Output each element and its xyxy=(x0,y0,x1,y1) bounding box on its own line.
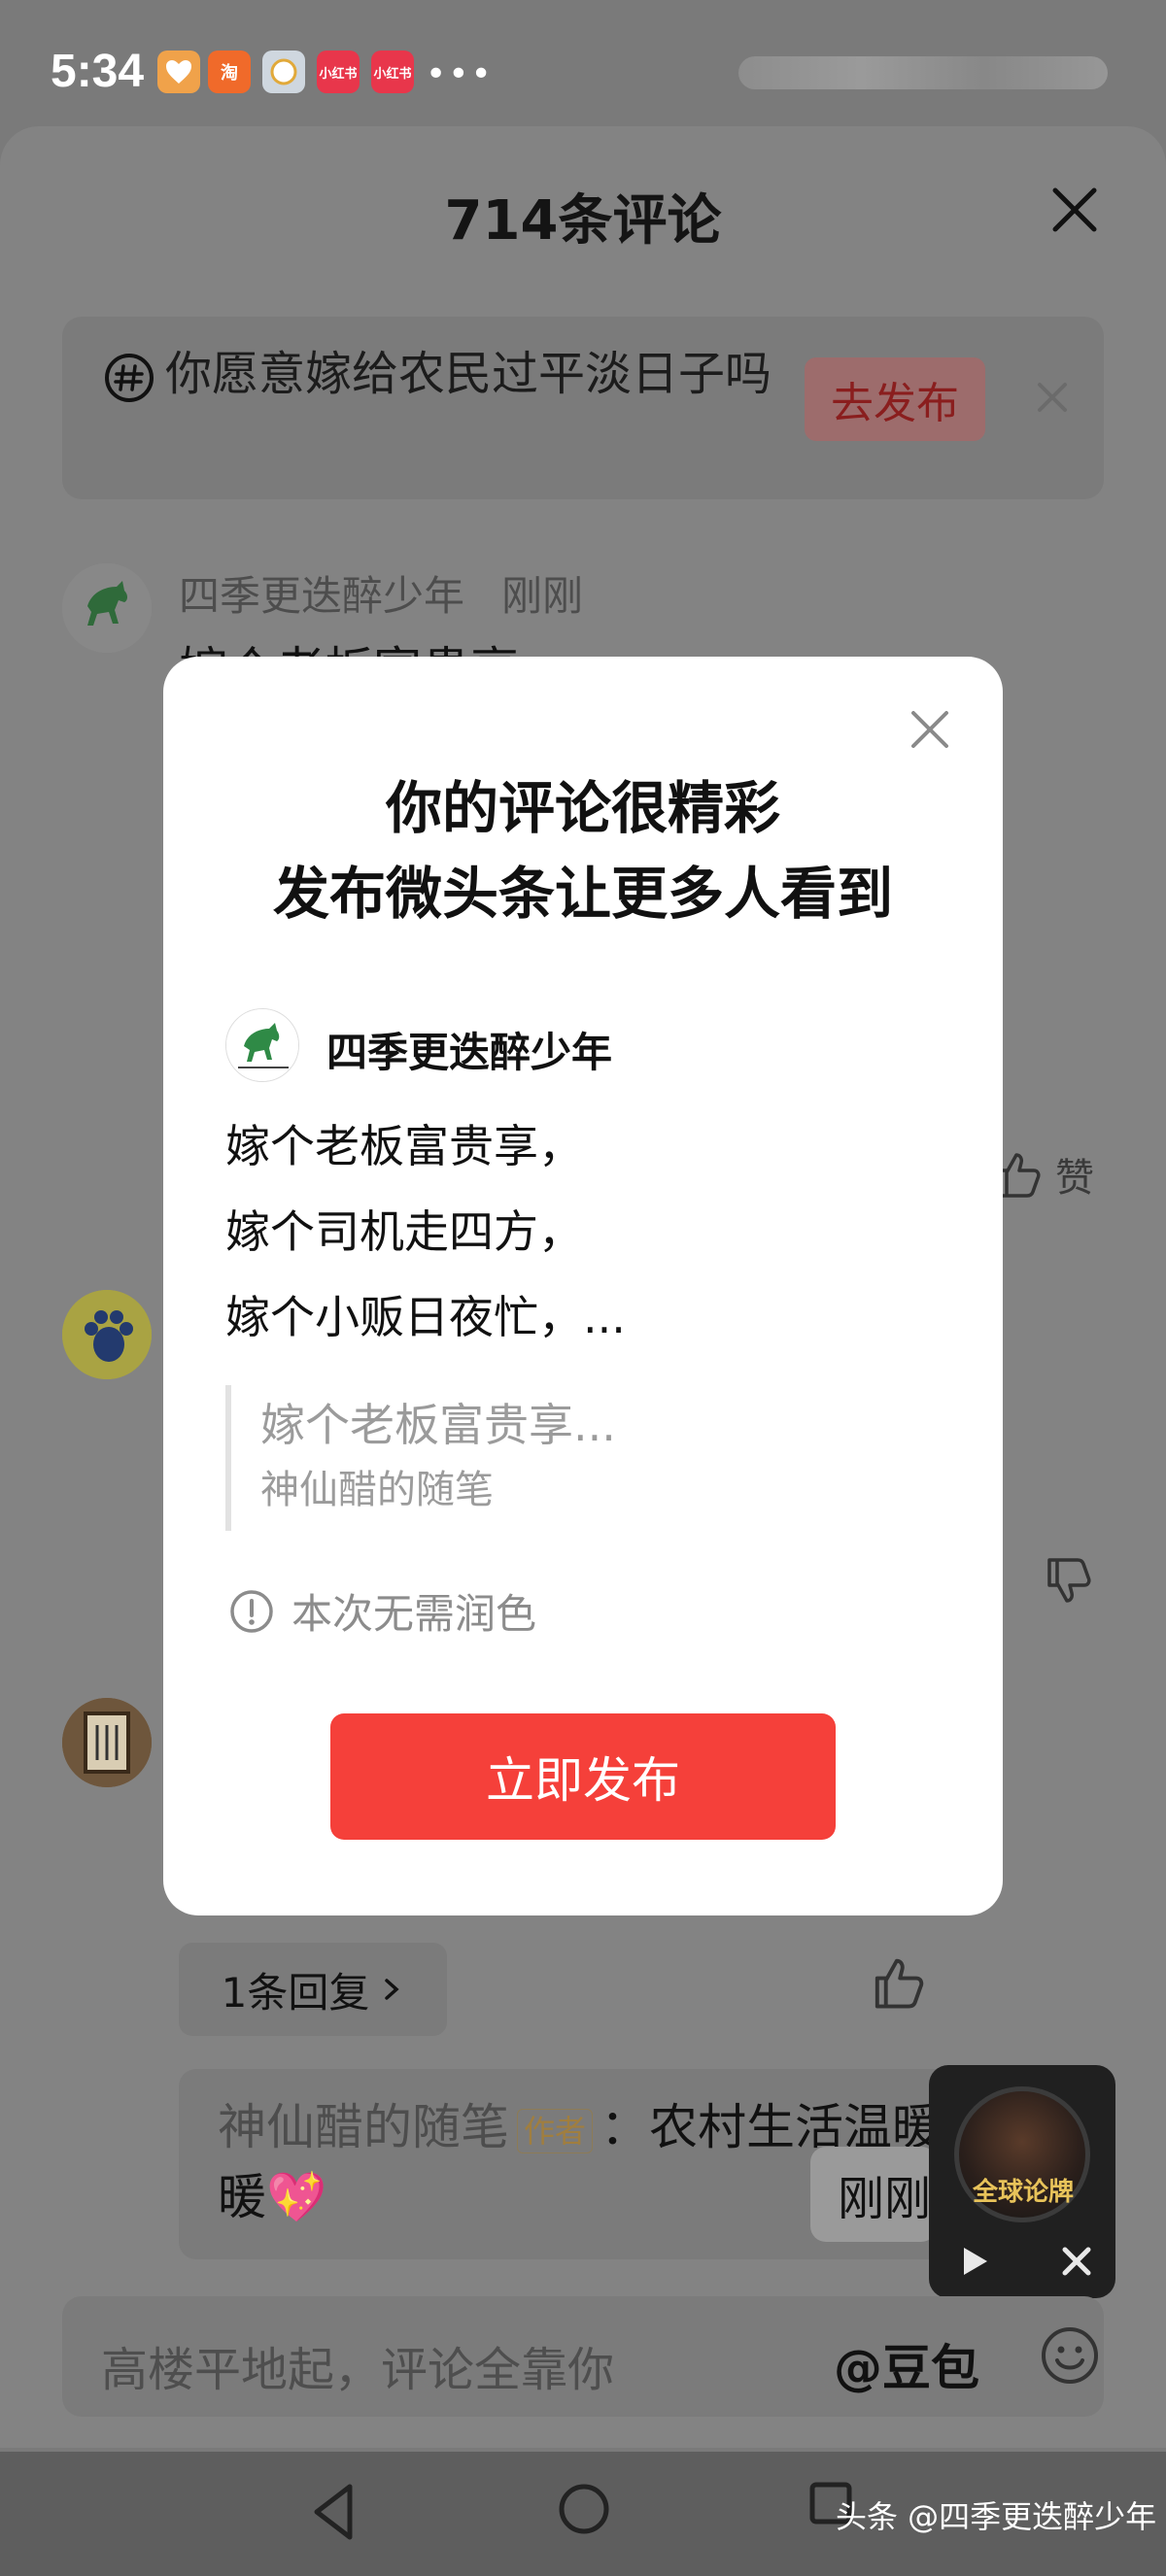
dialog-title-line-2: 发布微头条让更多人看到 xyxy=(272,861,893,927)
emoji-icon[interactable] xyxy=(1040,2325,1100,2386)
author-badge: 作者 xyxy=(517,2108,594,2153)
polish-notice: 本次无需润色 xyxy=(229,1581,536,1641)
comment-line-3: 嫁个小贩日夜忙，... xyxy=(225,1291,626,1343)
dismiss-topic-icon[interactable] xyxy=(1028,373,1077,422)
avatar[interactable] xyxy=(62,563,152,653)
publish-now-button[interactable]: 立即发布 xyxy=(330,1713,836,1840)
close-icon[interactable] xyxy=(1049,185,1100,235)
publish-dialog: 你的评论很精彩 发布微头条让更多人看到 四季更迭醉少年 嫁个老板富贵享， 嫁个司… xyxy=(163,657,1003,1915)
heart-app-icon xyxy=(157,51,200,93)
thumbs-up-icon-reply[interactable] xyxy=(871,1954,925,2011)
author-avatar xyxy=(225,1008,299,1082)
comment-user[interactable]: 四季更迭醉少年 xyxy=(179,563,464,623)
xiaohongshu-app-icon: 小红书 xyxy=(317,51,360,93)
dialog-title: 你的评论很精彩 发布微头条让更多人看到 xyxy=(163,765,1003,936)
watermark: 头条 @四季更迭醉少年 xyxy=(836,2498,1157,2535)
quoted-article: 嫁个老板富贵享... 神仙醋的随笔 xyxy=(225,1385,906,1531)
comment-time: 刚刚 xyxy=(501,572,584,620)
like-action[interactable]: 赞 xyxy=(993,1146,1094,1203)
view-replies-button[interactable]: 1条回复 xyxy=(179,1943,447,2036)
mini-player-title: 全球论牌 xyxy=(972,2178,1074,2207)
close-dialog-icon[interactable] xyxy=(908,707,952,752)
navigation-bar: 头条 @四季更迭醉少年 xyxy=(0,2452,1166,2576)
comment-input[interactable]: 高楼平地起，评论全靠你 @豆包 xyxy=(62,2296,1104,2417)
mention-button[interactable]: @豆包 xyxy=(834,2329,979,2399)
chevron-right-icon xyxy=(385,1979,399,2000)
like-label: 赞 xyxy=(1055,1156,1094,1201)
screen: 5:34 淘 小红书 小红书 ••• 714条评论 你愿意嫁给农民过平淡日子吗 … xyxy=(0,0,1166,2576)
topic-publish-button[interactable]: 去发布 xyxy=(805,357,985,441)
view-replies-label: 1条回复 xyxy=(221,1968,370,2017)
dialog-author-name: 四季更迭醉少年 xyxy=(326,1029,613,1076)
home-nav-icon[interactable] xyxy=(558,2483,610,2535)
comment-line-2: 嫁个司机走四方， xyxy=(225,1205,583,1258)
quoted-text: 嫁个老板富贵享... xyxy=(260,1399,616,1451)
avatar-frame[interactable] xyxy=(62,1698,152,1787)
comment-input-placeholder: 高楼平地起，评论全靠你 xyxy=(101,2343,615,2397)
time-toast: 刚刚 xyxy=(810,2147,937,2242)
xiaohongshu-app-icon-2: 小红书 xyxy=(371,51,414,93)
time-toast-label: 刚刚 xyxy=(838,2172,932,2226)
comment-text: 嫁个老板富贵享 xyxy=(179,631,519,659)
status-time: 5:34 xyxy=(51,46,145,97)
comment-preview: 嫁个老板富贵享， 嫁个司机走四方， 嫁个小贩日夜忙，... xyxy=(225,1103,944,1360)
status-bar: 5:34 淘 小红书 小红书 ••• xyxy=(0,0,1166,126)
reply-preview-tail: 暖💖 xyxy=(218,2169,327,2225)
quoted-source: 神仙醋的随笔 xyxy=(260,1468,494,1512)
info-icon xyxy=(230,1589,273,1633)
blurred-status-icons xyxy=(738,56,1108,89)
polish-notice-text: 本次无需润色 xyxy=(292,1590,537,1638)
topic-card[interactable]: 你愿意嫁给农民过平淡日子吗 去发布 xyxy=(62,317,1104,499)
comment-line-1: 嫁个老板富贵享， xyxy=(225,1120,583,1172)
back-nav-icon[interactable] xyxy=(309,2481,360,2543)
avatar-paw[interactable] xyxy=(62,1290,152,1379)
dialog-title-line-1: 你的评论很精彩 xyxy=(385,775,780,841)
round-app-icon xyxy=(262,51,305,93)
sheet-title: 714条评论 xyxy=(444,189,722,253)
taobao-app-icon: 淘 xyxy=(208,51,251,93)
topic-text: 你愿意嫁给农民过平淡日子吗 xyxy=(165,347,772,401)
reply-preview-user: 神仙醋的随笔 xyxy=(218,2099,509,2155)
play-icon[interactable] xyxy=(954,2242,993,2281)
close-player-icon[interactable] xyxy=(1057,2242,1096,2281)
thumbs-down-icon[interactable] xyxy=(1044,1556,1092,1607)
more-notifications-icon: ••• xyxy=(426,54,494,94)
mini-player[interactable]: 全球论牌 xyxy=(929,2065,1115,2298)
